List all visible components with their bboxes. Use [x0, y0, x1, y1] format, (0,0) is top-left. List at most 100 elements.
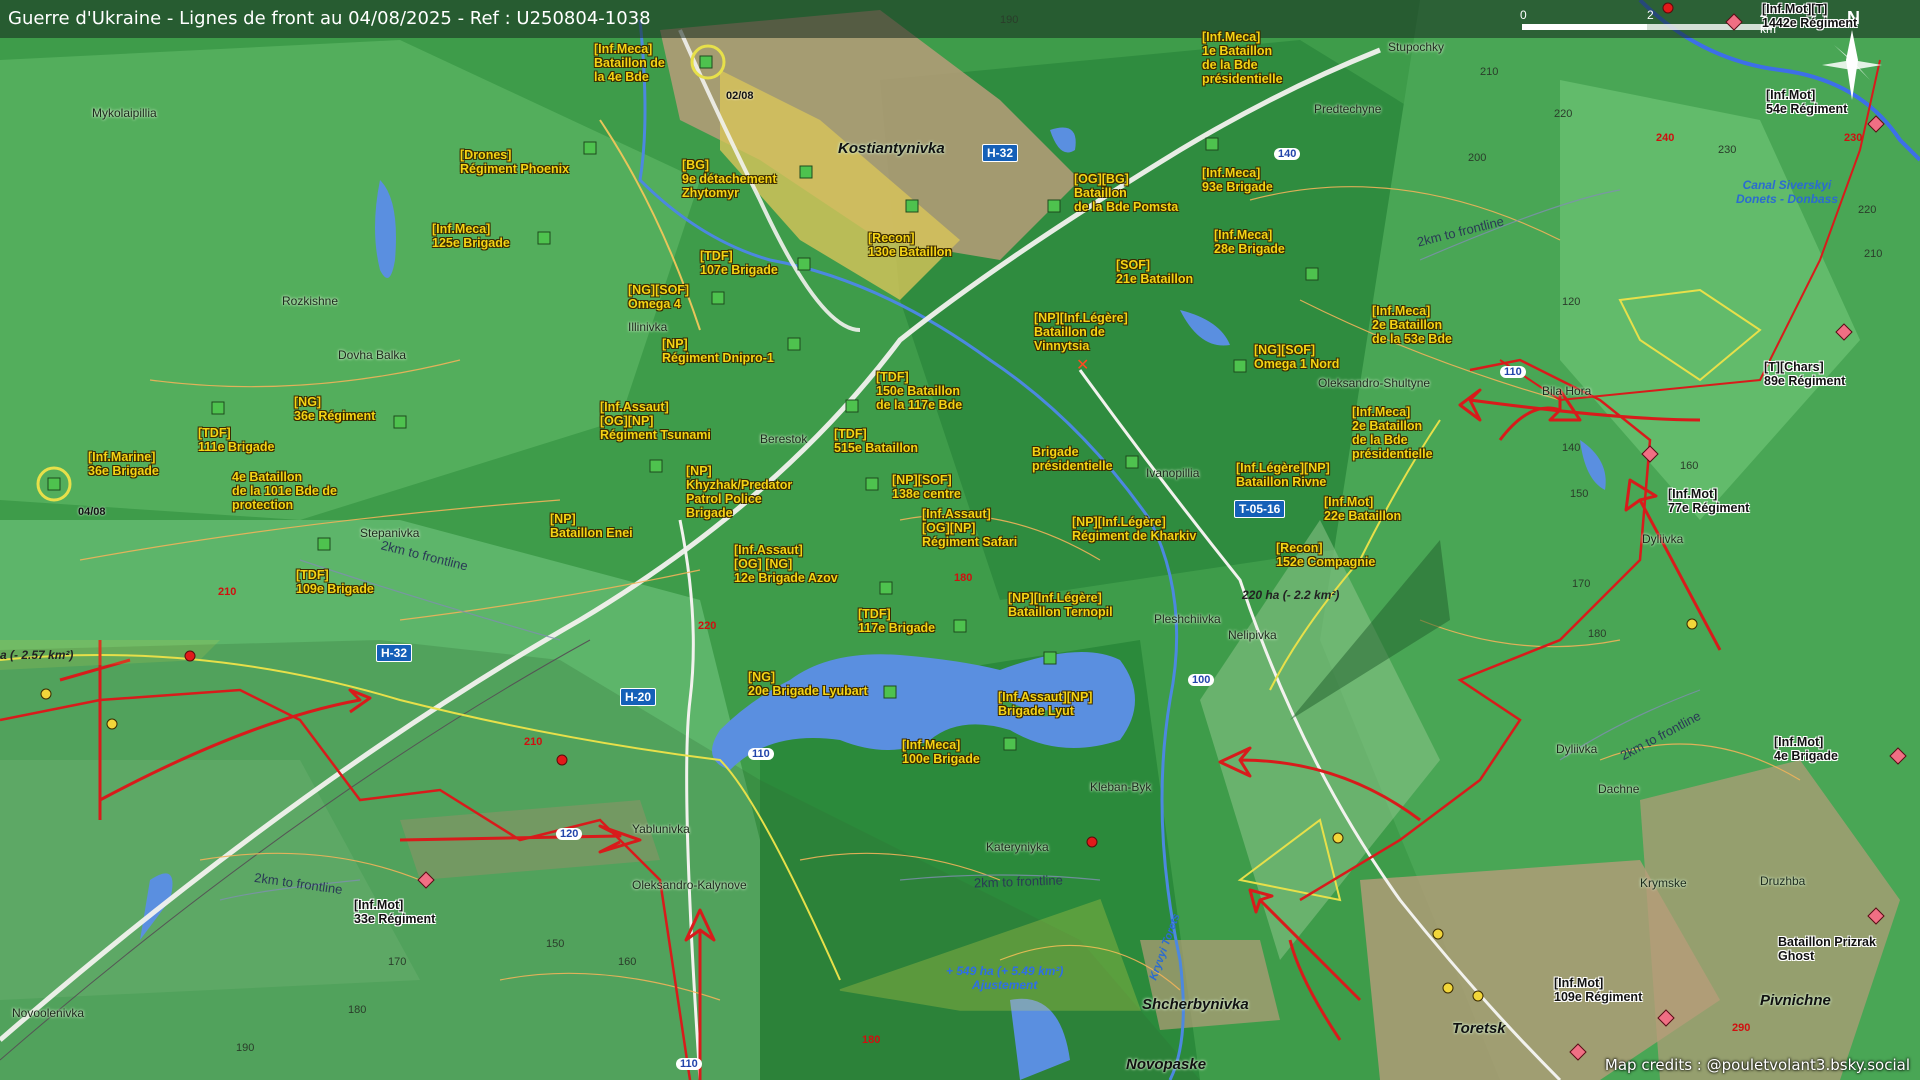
altitude-label: 150: [546, 938, 565, 950]
place-label: Novoolenivka: [12, 1006, 85, 1020]
place-label: Predtechyne: [1314, 102, 1382, 116]
road-shield: H-32: [982, 144, 1019, 162]
ua-unit[interactable]: [Inf.Marine] 36e Brigade: [88, 450, 159, 478]
ua-unit[interactable]: [NG][SOF] Omega 4: [628, 283, 689, 311]
area-change-label: + 549 ha (+ 5.49 km²) Ajustement: [946, 964, 1063, 992]
canal-label: Canal Siverskyi Donets - Donbass: [1736, 178, 1838, 206]
route-number: 140: [1274, 148, 1301, 160]
altitude-label: 240: [1656, 132, 1675, 144]
ua-unit[interactable]: [SOF] 21e Bataillon: [1116, 258, 1193, 286]
place-label: Rozkishne: [282, 294, 339, 308]
place-label: Druzhba: [1760, 874, 1806, 888]
place-label: Illinivka: [628, 320, 668, 334]
ru-unit[interactable]: [Inf.Mot] 33e Régiment: [354, 898, 435, 926]
ua-unit-label: [NP][SOF] 138e centre: [892, 473, 961, 501]
ua-unit[interactable]: [Drones] Régiment Phoenix: [460, 148, 569, 176]
ua-unit[interactable]: [Inf.Meca] 125e Brigade: [432, 222, 510, 250]
ru-unit-label: [T][Chars] 89e Régiment: [1764, 360, 1846, 388]
ru-unit[interactable]: [T][Chars] 89e Régiment: [1764, 360, 1845, 388]
altitude-label: 200: [1468, 152, 1487, 164]
ua-unit[interactable]: [NP][Inf.Légère] Bataillon Ternopil: [1008, 591, 1113, 619]
ua-unit[interactable]: Brigade présidentielle: [1032, 445, 1113, 473]
ua-unit[interactable]: [NP] Régiment Dnipro-1: [662, 337, 774, 365]
altitude-label: 230: [1844, 132, 1863, 144]
ua-unit[interactable]: [Inf.Assaut][NP] Brigade Lyut: [998, 690, 1092, 718]
ua-unit[interactable]: [Inf.Assaut] [OG][NP] Régiment Tsunami: [600, 400, 711, 442]
place-label: Bila Hora: [1542, 384, 1592, 398]
place-label: Nelipivka: [1228, 628, 1277, 642]
scale-segment-dark: [1522, 24, 1647, 30]
ua-unit[interactable]: 4e Bataillon de la 101e Bde de protectio…: [232, 470, 337, 512]
altitude-label: 180: [1588, 628, 1607, 640]
update-date: 02/08: [726, 90, 754, 102]
ua-unit[interactable]: [Inf.Assaut] [OG][NP] Régiment Safari: [922, 507, 1017, 549]
ru-unit-label: [Inf.Mot] 33e Régiment: [354, 898, 436, 926]
ua-unit[interactable]: [Inf.Meca] Bataillon de la 4e Bde: [594, 42, 665, 84]
ua-unit[interactable]: [Recon] 152e Compagnie: [1276, 541, 1375, 569]
ua-unit[interactable]: [NG][SOF] Omega 1 Nord: [1254, 343, 1339, 371]
ua-unit[interactable]: [TDF] 117e Brigade: [858, 607, 935, 635]
ua-unit-label: Brigade présidentielle: [1032, 445, 1113, 473]
altitude-label: 180: [862, 1034, 881, 1046]
ru-unit-label: [Inf.Mot] 109e Régiment: [1554, 976, 1643, 1004]
altitude-label: 170: [388, 956, 407, 968]
ua-unit-label: [NP][Inf.Légère] Bataillon de Vinnytsia: [1034, 311, 1128, 353]
ua-unit-label: [Inf.Meca] 2e Bataillon de la Bde présid…: [1352, 405, 1433, 461]
ru-unit[interactable]: [Inf.Mot][T] 1442e Régiment: [1762, 2, 1857, 30]
ua-unit[interactable]: [Inf.Meca] 28e Brigade: [1214, 228, 1285, 256]
place-label: Shcherbynivka: [1142, 996, 1249, 1013]
ua-unit[interactable]: [NP] Khyzhak/Predator Patrol Police Brig…: [686, 464, 792, 520]
ua-unit[interactable]: [Inf.Mot] 22e Bataillon: [1324, 495, 1401, 523]
ua-unit[interactable]: [Inf.Assaut] [OG] [NG] 12e Brigade Azov: [734, 543, 838, 585]
ua-unit[interactable]: [NP] Bataillon Enei: [550, 512, 633, 540]
route-number: 110: [676, 1058, 702, 1070]
ua-unit[interactable]: [TDF] 150e Bataillon de la 117e Bde: [876, 370, 962, 412]
ua-unit[interactable]: [NG] 20e Brigade Lyubart: [748, 670, 868, 698]
ua-unit-label: [TDF] 111e Brigade: [198, 426, 275, 454]
altitude-label: 140: [1562, 442, 1581, 454]
ru-unit[interactable]: [Inf.Mot] 4e Brigade: [1774, 735, 1838, 763]
ua-unit-label: [NP] Bataillon Enei: [550, 512, 633, 540]
road-shield: T-05-16: [1234, 500, 1286, 518]
altitude-label: 150: [1570, 488, 1589, 500]
altitude-label: 160: [618, 956, 637, 968]
ua-unit[interactable]: [Recon] 130e Bataillon: [868, 231, 952, 259]
ua-unit-label: [Inf.Meca] 1e Bataillon de la Bde présid…: [1202, 30, 1283, 86]
ua-unit-label: [Inf.Marine] 36e Brigade: [88, 450, 159, 478]
ua-unit[interactable]: [Inf.Meca] 2e Bataillon de la 53e Bde: [1372, 304, 1452, 346]
altitude-label: 230: [1718, 144, 1737, 156]
ru-unit[interactable]: Bataillon Prizrak Ghost: [1778, 935, 1876, 963]
place-label: Kateryniyka: [986, 840, 1049, 854]
place-label: Dovha Balka: [338, 348, 407, 362]
ua-unit-label: [Inf.Assaut] [OG] [NG] 12e Brigade Azov: [734, 543, 838, 585]
ua-unit-label: [Inf.Assaut] [OG][NP] Régiment Tsunami: [600, 400, 711, 442]
ua-unit[interactable]: [Inf.Meca] 1e Bataillon de la Bde présid…: [1202, 30, 1283, 86]
ua-unit-label: [NG] 20e Brigade Lyubart: [748, 670, 868, 698]
ua-unit[interactable]: [Inf.Meca] 93e Brigade: [1202, 166, 1273, 194]
ua-unit-label: [Inf.Assaut][NP] Brigade Lyut: [998, 690, 1093, 718]
ru-unit[interactable]: [Inf.Mot] 54e Régiment: [1766, 88, 1847, 116]
ua-unit[interactable]: [OG][BG] Bataillon de la Bde Pomsta: [1074, 172, 1178, 214]
ua-unit-label: [TDF] 107e Brigade: [700, 249, 778, 277]
ua-unit[interactable]: [NP][SOF] 138e centre: [892, 473, 961, 501]
ua-unit[interactable]: [NP][Inf.Légère] Régiment de Kharkiv: [1072, 515, 1196, 543]
altitude-label: 210: [1480, 66, 1499, 78]
ua-unit[interactable]: [NG] 36e Régiment: [294, 395, 375, 423]
ua-unit-label: [NG][SOF] Omega 1 Nord: [1254, 343, 1340, 371]
ua-unit-label: [TDF] 109e Brigade: [296, 568, 374, 596]
ua-unit[interactable]: [TDF] 111e Brigade: [198, 426, 274, 454]
ua-unit[interactable]: [TDF] 109e Brigade: [296, 568, 374, 596]
ua-unit-label: [BG] 9e détachement Zhytomyr: [682, 158, 777, 200]
ua-unit[interactable]: [TDF] 515e Bataillon: [834, 427, 918, 455]
ua-unit-label: [Inf.Meca] 93e Brigade: [1202, 166, 1273, 194]
road-shield: H-20: [620, 688, 657, 706]
ua-unit[interactable]: [Inf.Meca] 100e Brigade: [902, 738, 980, 766]
place-label: Yablunivka: [632, 822, 690, 836]
ua-unit[interactable]: [Inf.Meca] 2e Bataillon de la Bde présid…: [1352, 405, 1433, 461]
ru-unit[interactable]: [Inf.Mot] 109e Régiment: [1554, 976, 1642, 1004]
ua-unit[interactable]: [Inf.Légère][NP] Bataillon Rivne: [1236, 461, 1330, 489]
ru-unit[interactable]: [Inf.Mot] 77e Régiment: [1668, 487, 1749, 515]
ua-unit[interactable]: [TDF] 107e Brigade: [700, 249, 778, 277]
ua-unit[interactable]: [NP][Inf.Légère] Bataillon de Vinnytsia: [1034, 311, 1128, 353]
ua-unit[interactable]: [BG] 9e détachement Zhytomyr: [682, 158, 776, 200]
